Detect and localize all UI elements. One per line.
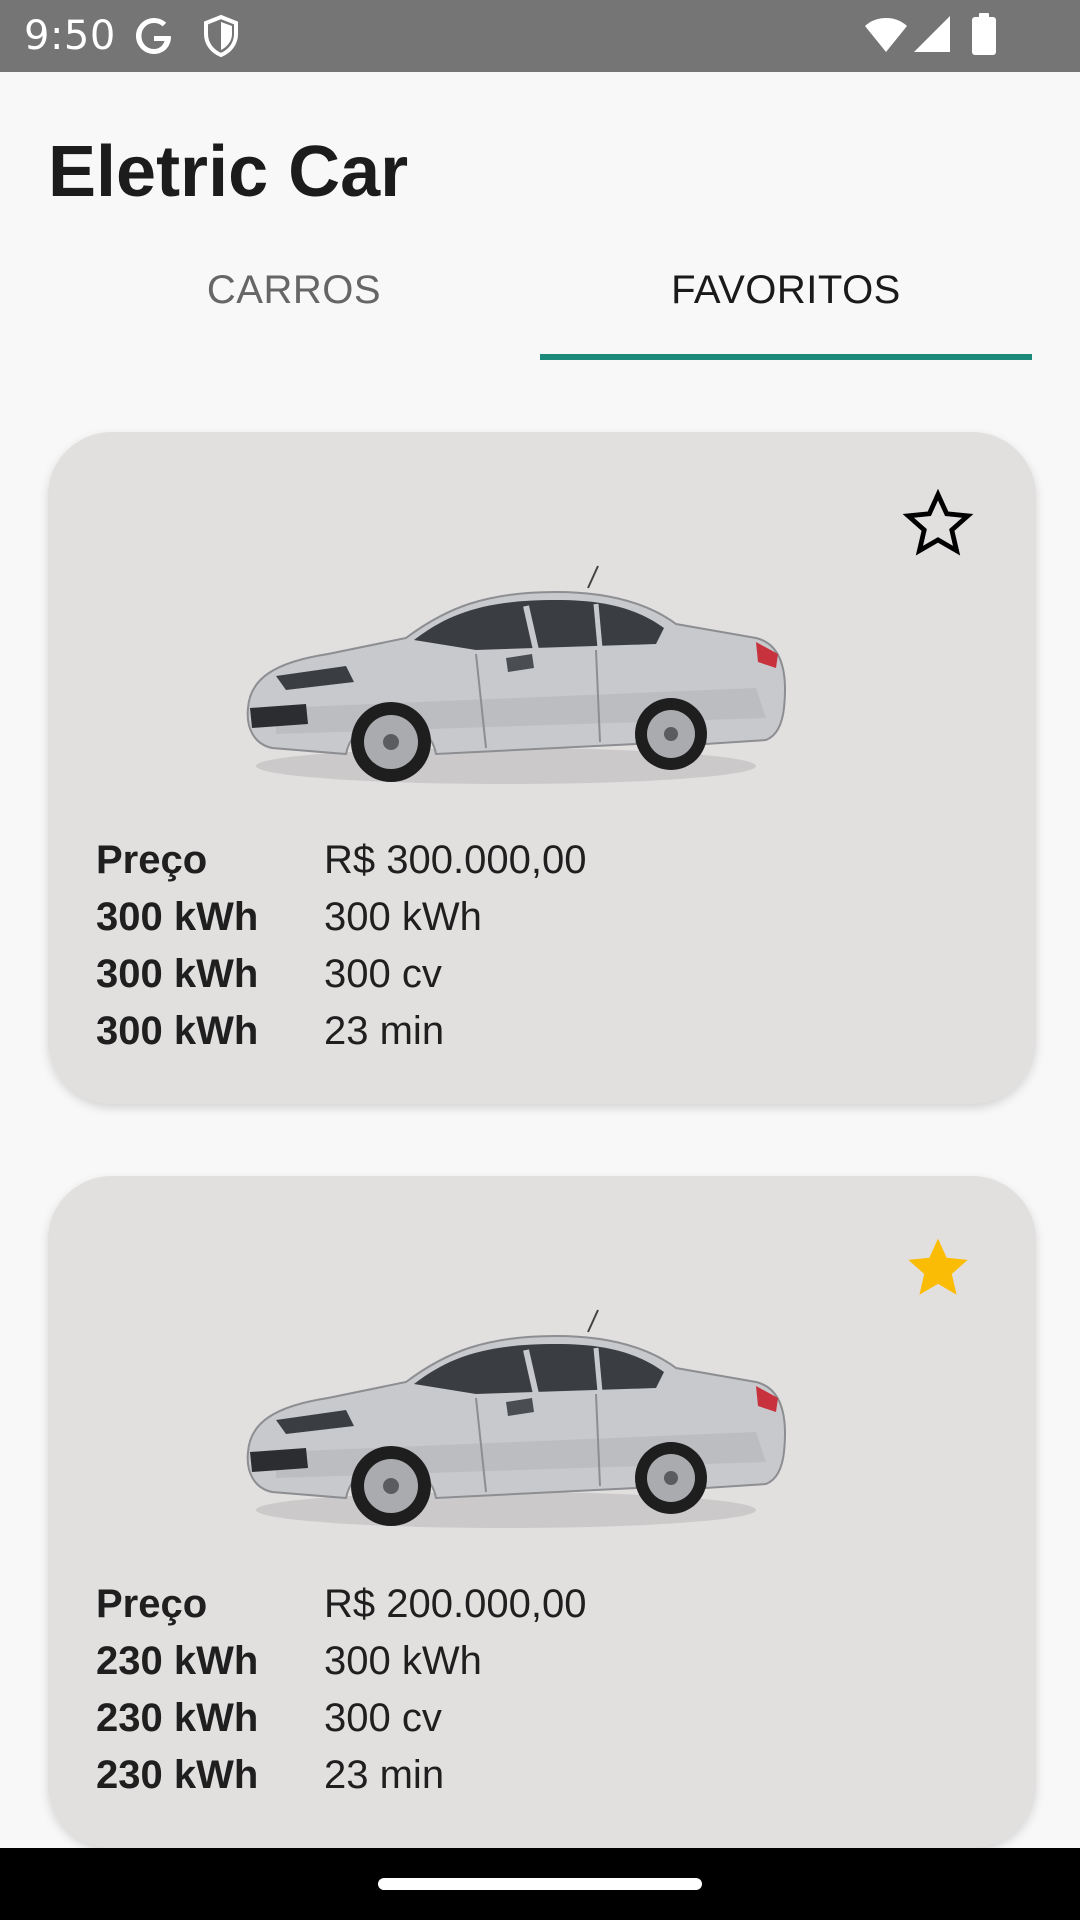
spec-value: 300 cv [324,952,442,996]
tab-selected-indicator [540,354,1032,360]
spec-value: 300 cv [324,1696,442,1740]
google-icon [136,18,171,54]
status-bar: 9:50 [0,0,1080,72]
spec-label: 230 kWh [96,1696,259,1740]
car-card-1[interactable]: Preço R$ 200.000,00 230 kWh 300 kWh 230 kWh 3… [48,1176,1036,1848]
app-title: Eletric Car [48,132,409,212]
spec-value: R$ 200.000,00 [324,1582,587,1626]
spec-label: Preço [96,1582,208,1626]
navigation-bar [0,1848,1080,1920]
spec-value: 23 min [324,1753,445,1797]
spec-label: 230 kWh [96,1753,259,1797]
car-image [246,1309,786,1528]
car-image [246,565,786,784]
spec-label: 230 kWh [96,1639,259,1683]
tab-favoritos[interactable]: FAVORITOS [540,252,1032,362]
spec-label: 300 kWh [96,952,259,996]
spec-value: 23 min [324,1009,445,1053]
star-outline-icon[interactable] [902,488,974,560]
star-filled-icon[interactable] [902,1232,974,1304]
spec-label: Preço [96,838,208,882]
car-card-0[interactable]: Preço R$ 300.000,00 300 kWh 300 kWh 300 kWh 3… [48,432,1036,1104]
spec-value: R$ 300.000,00 [324,838,587,882]
tab-bar: CARROS FAVORITOS [48,252,1032,362]
spec-value: 300 kWh [324,1639,482,1683]
spec-label: 300 kWh [96,895,259,939]
home-gesture-handle[interactable] [378,1878,702,1890]
signal-icon [914,16,950,52]
tab-carros[interactable]: CARROS [48,252,540,362]
shield-icon [204,14,238,58]
status-time: 9:50 [24,13,116,59]
battery-icon [972,13,996,55]
spec-label: 300 kWh [96,1009,259,1053]
spec-value: 300 kWh [324,895,482,939]
wifi-icon [865,18,907,52]
